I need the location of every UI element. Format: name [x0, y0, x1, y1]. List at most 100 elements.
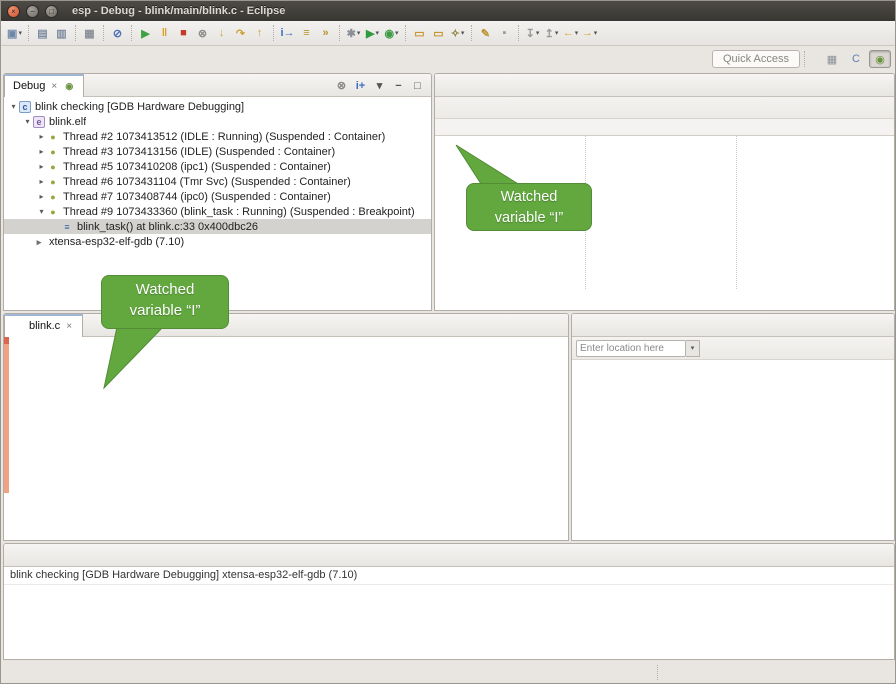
- save-button[interactable]: ▤: [34, 25, 51, 42]
- thread-icon: ●: [47, 146, 59, 158]
- toggle-mark-occurrences-icon: ✎: [481, 27, 490, 40]
- minimize-button[interactable]: −: [390, 77, 407, 94]
- toggle-mark-occurrences-button[interactable]: ✎: [477, 25, 494, 42]
- expander-icon[interactable]: ▸: [36, 132, 47, 141]
- tab-blink-c-close-icon[interactable]: ×: [64, 320, 74, 333]
- terminate-icon: ■: [180, 27, 187, 39]
- dropdown-arrow-icon: ▾: [18, 29, 22, 37]
- tab-debug-label: Debug: [13, 80, 45, 92]
- location-dropdown-icon[interactable]: ▾: [686, 340, 700, 357]
- dropdown-arrow-icon: ▾: [357, 29, 361, 37]
- dropdown-arrow-icon: ▾: [395, 29, 399, 37]
- forward-icon: →: [582, 27, 593, 39]
- console-tabbar: [4, 544, 894, 567]
- open-element-button[interactable]: ▭: [430, 25, 447, 42]
- thread-icon: ●: [47, 161, 59, 173]
- back-button[interactable]: ←▾: [562, 25, 579, 42]
- save-icon: ▤: [37, 27, 47, 40]
- new-wizard-button[interactable]: ▣▾: [6, 25, 23, 42]
- debug-tree: ▾cblink checking [GDB Hardware Debugging…: [4, 97, 431, 249]
- window-maximize-button[interactable]: □: [45, 5, 58, 18]
- expander-icon[interactable]: ▸: [36, 177, 47, 186]
- next-annotation-button[interactable]: ↧▾: [524, 25, 541, 42]
- use-step-filters-button[interactable]: ≡: [298, 25, 315, 42]
- tree-row[interactable]: ▸●Thread #2 1073413512 (IDLE : Running) …: [4, 129, 431, 144]
- terminate-button[interactable]: ■: [175, 25, 192, 42]
- view-menu-button[interactable]: ▾: [371, 77, 388, 94]
- show-full-paths-button[interactable]: »: [317, 25, 334, 42]
- debug-launch-button[interactable]: ✱▾: [345, 25, 362, 42]
- main-toolbar: ▣▾▤▥▦⊘▶‖■⊗↓↷↑i→≡»✱▾▶▾◉▾▭▭✧▾✎▪↧▾↥▾←▾→▾: [1, 21, 896, 46]
- tree-row[interactable]: ▸●Thread #7 1073408744 (ipc0) (Suspended…: [4, 189, 431, 204]
- tab-debug[interactable]: Debug × ◉: [4, 74, 84, 97]
- expander-icon[interactable]: ▸: [36, 162, 47, 171]
- use-step-filters-icon: ≡: [303, 27, 309, 39]
- new-cpp-project-icon: ▭: [414, 27, 424, 40]
- window-title: esp - Debug - blink/main/blink.c - Eclip…: [72, 5, 285, 17]
- window-minimize-button[interactable]: −: [26, 5, 39, 18]
- debug-perspective-button[interactable]: ◉: [869, 50, 891, 68]
- remove-all-terminated-button[interactable]: ⊗: [333, 77, 350, 94]
- expressions-toolbar: [435, 97, 894, 119]
- new-cpp-project-button[interactable]: ▭: [411, 25, 428, 42]
- tree-row[interactable]: ▾cblink checking [GDB Hardware Debugging…: [4, 99, 431, 114]
- disassembly-listing[interactable]: [572, 360, 894, 540]
- console-view: blink checking [GDB Hardware Debugging] …: [3, 543, 895, 660]
- open-perspective-button[interactable]: ▦: [821, 50, 843, 68]
- quick-access-button[interactable]: Quick Access: [712, 50, 800, 68]
- run-button[interactable]: ▶▾: [364, 25, 381, 42]
- expander-icon[interactable]: ▾: [22, 117, 33, 126]
- tab-debug-close-icon[interactable]: ×: [49, 80, 59, 93]
- disconnect-button[interactable]: ⊗: [194, 25, 211, 42]
- search-button[interactable]: ✧▾: [449, 25, 466, 42]
- callout-text-line1: Watched: [467, 187, 591, 208]
- skip-all-breakpoints-button[interactable]: ⊘: [109, 25, 126, 42]
- window-close-button[interactable]: ×: [7, 5, 20, 18]
- annotations-icon: ▪: [503, 27, 507, 39]
- tree-row-label: blink.elf: [49, 116, 86, 128]
- previous-annotation-button[interactable]: ↥▾: [543, 25, 560, 42]
- dropdown-arrow-icon: ▾: [536, 29, 540, 37]
- dropdown-arrow-icon: ▾: [575, 29, 579, 37]
- tree-row-label: Thread #5 1073410208 (ipc1) (Suspended :…: [63, 161, 331, 173]
- step-into-icon: ↓: [219, 27, 225, 39]
- forward-button[interactable]: →▾: [581, 25, 598, 42]
- tree-row[interactable]: ▸● Thread #5 1073410208 (ipc1) (Suspended…: [4, 159, 431, 174]
- save-all-button[interactable]: ▥: [53, 25, 70, 42]
- build-button[interactable]: ▦: [81, 25, 98, 42]
- external-tools-icon: ◉: [384, 27, 394, 40]
- step-return-button[interactable]: ↑: [251, 25, 268, 42]
- step-over-button[interactable]: ↷: [232, 25, 249, 42]
- expander-icon[interactable]: ▸: [36, 147, 47, 156]
- instruction-stepping-mode-icon: i+: [356, 80, 365, 92]
- expander-icon[interactable]: ▸: [36, 192, 47, 201]
- instruction-stepping-button[interactable]: i→: [279, 25, 296, 42]
- tree-row[interactable]: ▸xtensa-esp32-elf-gdb (7.10): [4, 234, 431, 249]
- change-bar: [4, 337, 9, 493]
- resume-button[interactable]: ▶: [137, 25, 154, 42]
- tree-row[interactable]: ▾●Thread #9 1073433360 (blink_task : Run…: [4, 204, 431, 219]
- code-editor[interactable]: [4, 337, 568, 541]
- c-file-icon: [13, 320, 25, 332]
- stack-frame-icon: ≡: [61, 221, 73, 233]
- step-into-button[interactable]: ↓: [213, 25, 230, 42]
- maximize-button[interactable]: □: [409, 77, 426, 94]
- tree-row-label: Thread #9 1073433360 (blink_task : Runni…: [63, 206, 415, 218]
- minimize-icon: −: [395, 80, 401, 92]
- tree-row[interactable]: ▸●Thread #6 1073431104 (Tmr Svc) (Suspen…: [4, 174, 431, 189]
- external-tools-button[interactable]: ◉▾: [383, 25, 400, 42]
- annotations-button[interactable]: ▪: [496, 25, 513, 42]
- tree-row[interactable]: ▸●Thread #3 1073413156 (IDLE) (Suspended…: [4, 144, 431, 159]
- tab-blink-c[interactable]: blink.c ×: [4, 314, 83, 337]
- editor-tabbar: blink.c ×: [4, 314, 568, 337]
- suspend-button[interactable]: ‖: [156, 25, 173, 42]
- expander-icon[interactable]: ▾: [36, 207, 47, 216]
- location-input[interactable]: Enter location here: [576, 340, 686, 357]
- cpp-perspective-button[interactable]: C: [845, 50, 867, 68]
- expander-icon[interactable]: ▾: [8, 102, 19, 111]
- stack-frame-row[interactable]: ≡blink_task() at blink.c:33 0x400dbc26: [4, 219, 431, 234]
- tree-row[interactable]: ▾eblink.elf: [4, 114, 431, 129]
- perspective-switcher: ▦C◉: [819, 50, 891, 68]
- instruction-stepping-mode-button[interactable]: i+: [352, 77, 369, 94]
- previous-annotation-icon: ↥: [545, 27, 554, 40]
